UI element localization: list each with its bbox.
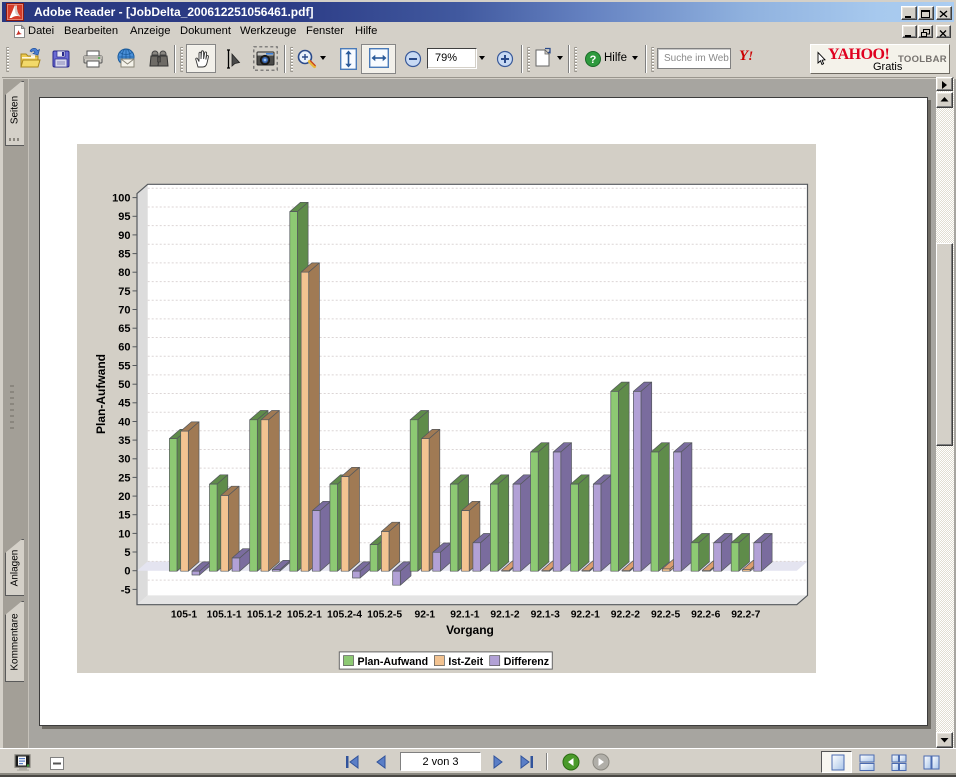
svg-text:92.1-2: 92.1-2 (490, 610, 519, 621)
svg-text:0: 0 (124, 566, 130, 578)
svg-text:55: 55 (118, 360, 130, 372)
svg-text:92.2-7: 92.2-7 (731, 610, 760, 621)
svg-text:92.2-5: 92.2-5 (651, 610, 680, 621)
svg-text:105.2-1: 105.2-1 (287, 610, 322, 621)
svg-text:50: 50 (118, 379, 130, 391)
svg-text:92.2-6: 92.2-6 (691, 610, 720, 621)
svg-text:25: 25 (118, 472, 130, 484)
svg-text:105.2-4: 105.2-4 (327, 610, 362, 621)
svg-text:Differenz: Differenz (504, 656, 549, 668)
svg-text:70: 70 (118, 304, 130, 316)
svg-text:75: 75 (118, 286, 130, 298)
svg-text:92.1-1: 92.1-1 (450, 610, 479, 621)
svg-text:92.1-3: 92.1-3 (531, 610, 560, 621)
svg-text:Plan-Aufwand: Plan-Aufwand (94, 354, 108, 434)
svg-text:-5: -5 (121, 584, 131, 596)
svg-text:95: 95 (118, 211, 130, 223)
svg-text:105-1: 105-1 (171, 610, 198, 621)
svg-text:92.2-1: 92.2-1 (571, 610, 600, 621)
svg-text:20: 20 (118, 491, 130, 503)
svg-text:85: 85 (118, 249, 130, 261)
svg-text:65: 65 (118, 323, 130, 335)
svg-text:Ist-Zeit: Ist-Zeit (448, 656, 483, 668)
svg-text:?: ? (590, 54, 597, 66)
svg-text:45: 45 (118, 398, 130, 410)
svg-text:92-1: 92-1 (414, 610, 435, 621)
svg-text:5: 5 (124, 547, 130, 559)
svg-text:Vorgang: Vorgang (446, 623, 494, 637)
svg-text:15: 15 (118, 510, 130, 522)
svg-text:105.1-1: 105.1-1 (207, 610, 242, 621)
svg-text:60: 60 (118, 342, 130, 354)
svg-text:100: 100 (112, 193, 130, 205)
svg-text:30: 30 (118, 454, 130, 466)
svg-text:80: 80 (118, 267, 130, 279)
svg-text:40: 40 (118, 416, 130, 428)
svg-text:92.2-2: 92.2-2 (611, 610, 640, 621)
svg-text:Plan-Aufwand: Plan-Aufwand (358, 656, 429, 668)
svg-text:10: 10 (118, 528, 130, 540)
svg-text:90: 90 (118, 230, 130, 242)
svg-text:35: 35 (118, 435, 130, 447)
svg-text:105.1-2: 105.1-2 (247, 610, 282, 621)
svg-text:105.2-5: 105.2-5 (367, 610, 402, 621)
